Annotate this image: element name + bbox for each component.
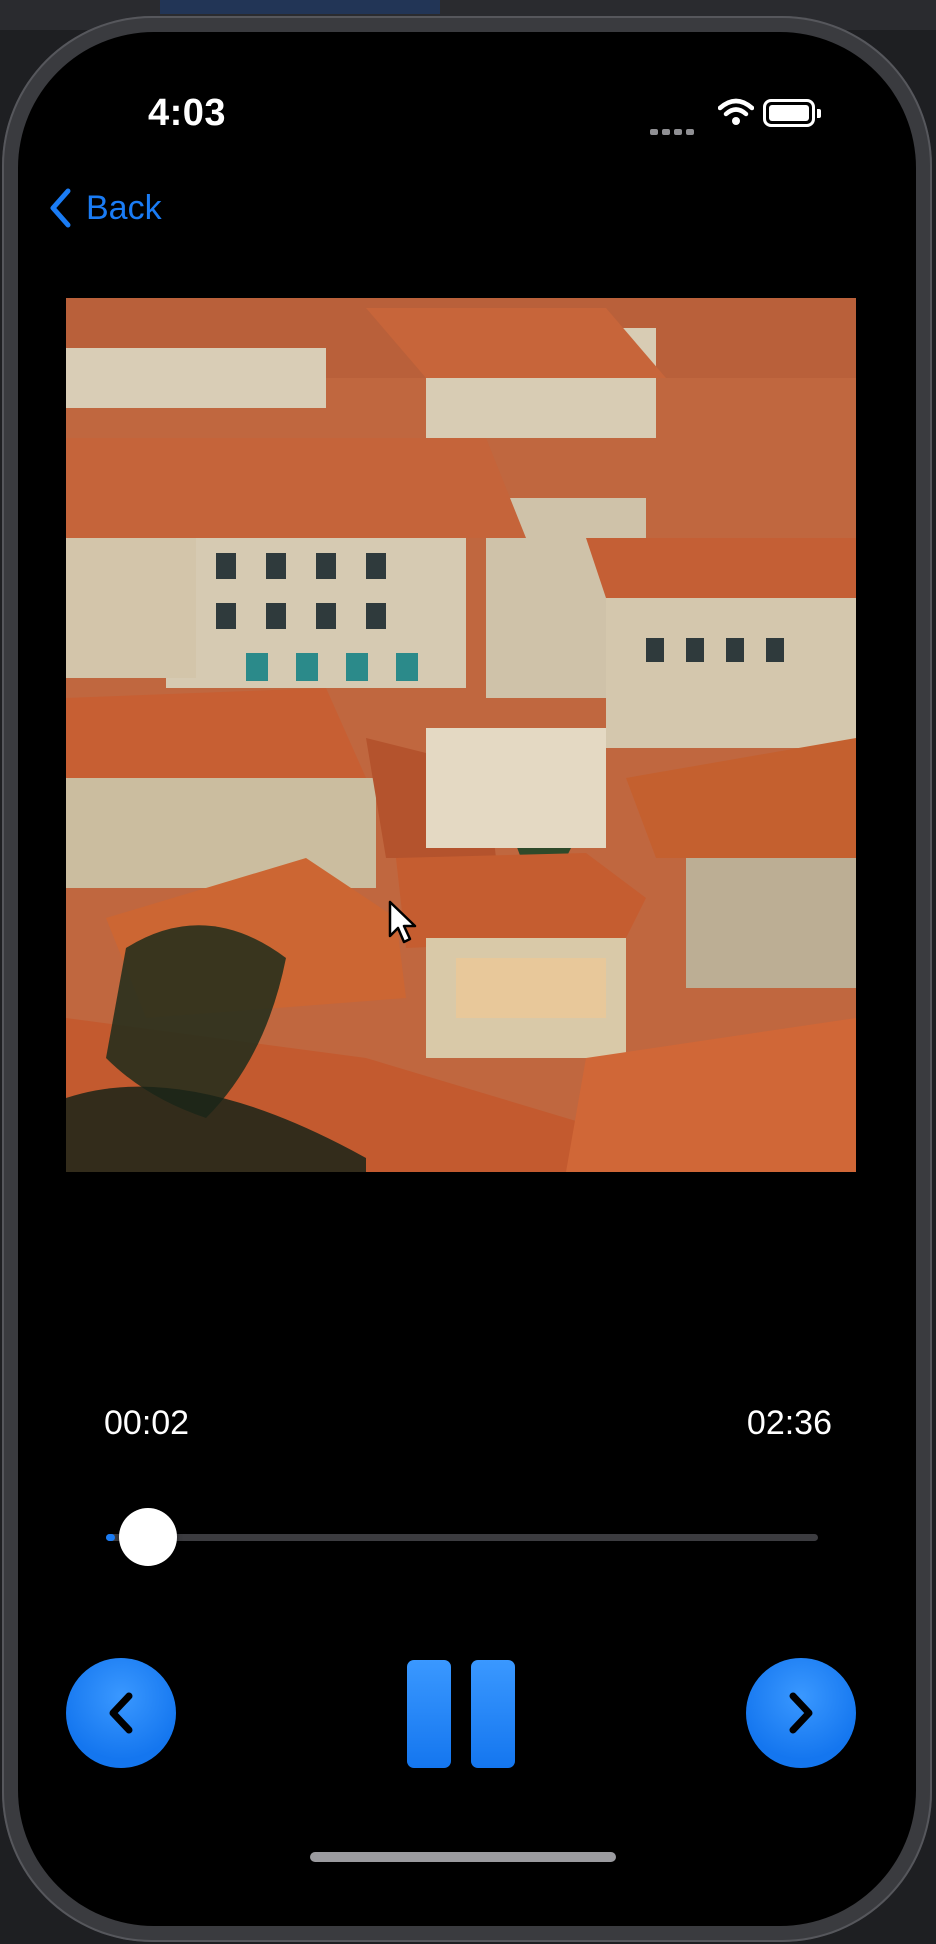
progress-track[interactable]: [106, 1534, 818, 1541]
next-track-button[interactable]: [746, 1658, 856, 1768]
status-time: 4:03: [148, 92, 227, 134]
chevron-left-icon: [109, 1692, 133, 1734]
back-label: Back: [86, 188, 162, 227]
back-button[interactable]: Back: [48, 188, 162, 228]
progress-played: [106, 1534, 116, 1541]
chevron-left-icon: [50, 188, 71, 228]
pause-button[interactable]: [407, 1660, 517, 1768]
total-time: 02:36: [746, 1404, 832, 1442]
pause-icon: [407, 1660, 451, 1768]
mouse-pointer-icon: [388, 900, 418, 951]
signal-icon: [650, 122, 698, 140]
desktop-window-tab: [160, 0, 440, 14]
current-time: 00:02: [104, 1404, 190, 1442]
previous-track-button[interactable]: [66, 1658, 176, 1768]
pause-icon: [471, 1660, 515, 1768]
phone-screen: 4:03 Back 00:02 02:36: [18, 32, 916, 1926]
progress-thumb[interactable]: [119, 1508, 178, 1566]
chevron-right-icon: [789, 1692, 813, 1734]
wifi-icon: [717, 98, 755, 131]
battery-icon: [763, 99, 821, 127]
home-indicator: [310, 1852, 616, 1862]
album-artwork-image: [66, 298, 856, 1172]
